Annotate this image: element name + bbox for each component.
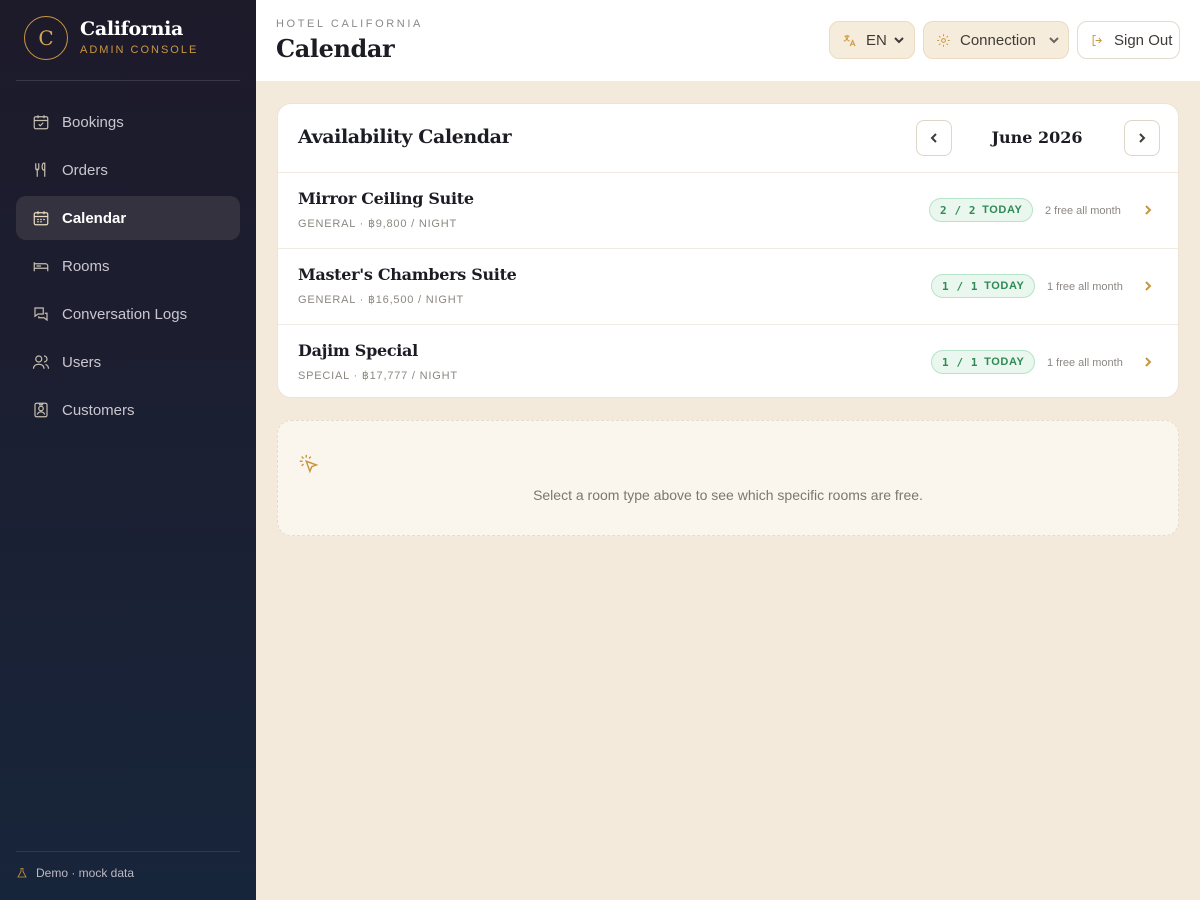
sidebar-item-orders[interactable]: Orders [16, 148, 240, 192]
brand-subtitle: ADMIN CONSOLE [80, 44, 199, 56]
availability-today: TODAY [984, 356, 1025, 368]
sidebar-item-rooms[interactable]: Rooms [16, 244, 240, 288]
current-month: June 2026 [991, 128, 1083, 147]
demo-indicator: Demo · mock data [16, 866, 134, 880]
availability-count: 1 / 1 [942, 355, 979, 369]
room-type-row[interactable]: Mirror Ceiling Suite GENERAL · ฿9,800 / … [278, 173, 1178, 249]
room-type-row[interactable]: Dajim Special SPECIAL · ฿17,777 / NIGHT … [278, 325, 1178, 397]
connection-label: Connection [960, 31, 1036, 49]
availability-count: 1 / 1 [942, 279, 979, 293]
pointer-click-icon [299, 454, 319, 474]
room-type-meta: GENERAL · ฿9,800 / NIGHT [298, 218, 458, 230]
availability-badge: 1 / 1 TODAY [931, 274, 1036, 298]
card-header: Availability Calendar June 2026 [278, 104, 1178, 173]
availability-calendar-card: Availability Calendar June 2026 Mirror C… [277, 103, 1179, 398]
users-icon [32, 355, 50, 369]
flask-icon [17, 868, 27, 878]
sidebar-item-calendar[interactable]: Calendar [16, 196, 240, 240]
room-selection-empty-state: Select a room type above to see which sp… [277, 420, 1179, 536]
monthly-free-text: 1 free all month [1047, 281, 1123, 293]
sidebar-item-label: Customers [62, 401, 135, 419]
sign-out-icon [1092, 34, 1102, 46]
translate-icon [843, 34, 856, 46]
page-title: Calendar [276, 34, 395, 63]
chat-bubbles-icon [34, 307, 48, 322]
brand-logo: C [24, 16, 68, 60]
gear-icon [937, 33, 950, 47]
chevron-down-icon [894, 37, 904, 44]
chevron-right-icon [1145, 205, 1152, 215]
sidebar-nav: Bookings Orders Calendar Rooms Conversat… [16, 100, 240, 436]
availability-count: 2 / 2 [940, 203, 977, 217]
sidebar-item-label: Conversation Logs [62, 305, 188, 323]
room-type-row[interactable]: Master's Chambers Suite GENERAL · ฿16,50… [278, 249, 1178, 325]
top-header: HOTEL CALIFORNIA Calendar EN Connection … [256, 0, 1200, 81]
availability-badge: 1 / 1 TODAY [931, 350, 1036, 374]
sidebar-item-label: Users [62, 353, 102, 371]
monthly-free-text: 2 free all month [1045, 205, 1121, 217]
availability-today: TODAY [982, 204, 1023, 216]
chevron-left-icon [930, 133, 937, 143]
brand-name: California [80, 18, 184, 40]
availability-badge: 2 / 2 TODAY [929, 198, 1034, 222]
previous-month-button[interactable] [916, 120, 952, 156]
chevron-right-icon [1145, 281, 1152, 291]
room-type-name: Mirror Ceiling Suite [298, 189, 474, 208]
availability-today: TODAY [984, 280, 1025, 292]
sidebar-item-label: Calendar [62, 209, 127, 227]
language-button[interactable]: EN [829, 21, 915, 59]
sidebar-item-users[interactable]: Users [16, 340, 240, 384]
calendar-check-icon [33, 115, 49, 130]
sidebar-item-label: Bookings [62, 113, 124, 131]
sidebar-divider [16, 851, 240, 852]
brand[interactable]: C California ADMIN CONSOLE [24, 16, 240, 80]
chevron-right-icon [1145, 357, 1152, 367]
sidebar-item-bookings[interactable]: Bookings [16, 100, 240, 144]
monthly-free-text: 1 free all month [1047, 357, 1123, 369]
sign-out-button[interactable]: Sign Out [1077, 21, 1180, 59]
sidebar-item-conversation-logs[interactable]: Conversation Logs [16, 292, 240, 336]
demo-label: Demo · mock data [36, 866, 135, 880]
connection-button[interactable]: Connection [923, 21, 1069, 59]
chevron-right-icon [1139, 133, 1146, 143]
page-eyebrow: HOTEL CALIFORNIA [276, 18, 423, 30]
sign-out-label: Sign Out [1114, 31, 1173, 49]
sidebar-item-customers[interactable]: Customers [16, 388, 240, 432]
calendar-icon [33, 211, 49, 226]
sidebar-item-label: Orders [62, 161, 108, 179]
sidebar: C California ADMIN CONSOLE Bookings Orde… [0, 0, 256, 900]
sidebar-item-label: Rooms [62, 257, 110, 275]
card-title: Availability Calendar [298, 126, 512, 148]
empty-state-text: Select a room type above to see which sp… [533, 487, 923, 503]
room-type-name: Master's Chambers Suite [298, 265, 517, 284]
room-type-meta: GENERAL · ฿16,500 / NIGHT [298, 294, 464, 306]
next-month-button[interactable] [1124, 120, 1160, 156]
bed-icon [33, 262, 49, 272]
room-type-name: Dajim Special [298, 341, 418, 360]
language-label: EN [866, 31, 887, 49]
chevron-down-icon [1049, 37, 1059, 44]
utensils-icon [35, 162, 46, 177]
sidebar-divider [16, 80, 240, 81]
contact-card-icon [34, 402, 48, 418]
room-type-meta: SPECIAL · ฿17,777 / NIGHT [298, 370, 458, 382]
